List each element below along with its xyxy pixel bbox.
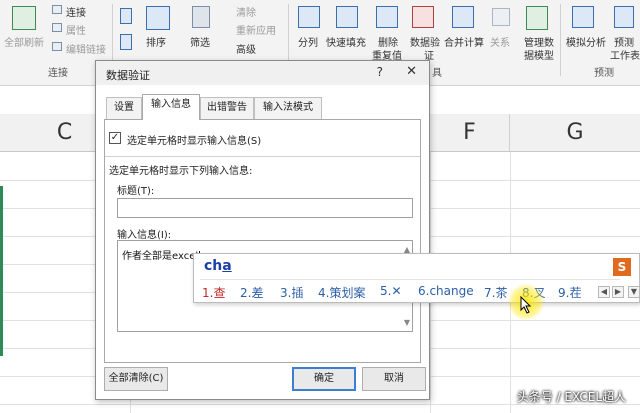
clear-button[interactable]: 清除	[236, 4, 256, 19]
cancel-button[interactable]: 取消	[362, 367, 426, 391]
mouse-pointer-icon	[520, 296, 532, 314]
ime-candidate[interactable]: 6.change	[418, 284, 474, 298]
sort-button[interactable]: 排序	[146, 34, 166, 49]
flash-fill-icon[interactable]	[336, 6, 358, 28]
watermark: 头条号 / EXCEL超人	[516, 390, 626, 404]
manage-data-model-icon[interactable]	[526, 6, 548, 30]
sogou-logo-icon: S	[613, 258, 631, 276]
message-textarea-text: 作者全部是excel	[122, 250, 201, 262]
advanced-button[interactable]: 高级	[236, 41, 256, 56]
refresh-all-button[interactable]: 全部刷新	[4, 34, 44, 49]
input-message-panel: ✓ 选定单元格时显示输入信息(S) 选定单元格时显示下列输入信息: 标题(T):…	[104, 119, 421, 363]
ime-composition: cha	[204, 258, 232, 274]
dialog-titlebar[interactable]: 数据验证 ? ✕	[96, 61, 429, 85]
ime-candidate[interactable]: 7.茶	[484, 284, 507, 301]
close-icon[interactable]: ✕	[406, 64, 417, 79]
column-header-label: F	[463, 120, 476, 145]
edit-links-icon	[52, 42, 62, 51]
relationships-button[interactable]: 关系	[490, 34, 510, 49]
tab-settings[interactable]: 设置	[106, 97, 142, 119]
refresh-all-icon[interactable]	[12, 6, 36, 30]
manage-data-model-button-line2[interactable]: 据模型	[524, 47, 554, 62]
tab-ime-mode[interactable]: 输入法模式	[254, 97, 322, 119]
reapply-button[interactable]: 重新应用	[236, 22, 276, 37]
ime-candidate[interactable]: 3.插	[280, 284, 303, 301]
sort-za-icon[interactable]	[120, 34, 132, 50]
flash-fill-button[interactable]: 快速填充	[326, 34, 366, 49]
what-if-analysis-button[interactable]: 模拟分析	[566, 34, 606, 49]
properties-icon	[52, 23, 62, 32]
filter-icon[interactable]	[192, 6, 210, 28]
ime-prev-page-icon[interactable]: ◀	[598, 286, 610, 298]
message-field-label: 输入信息(I):	[117, 230, 172, 241]
clear-all-button[interactable]: 全部清除(C)	[104, 367, 168, 391]
title-input[interactable]	[117, 198, 413, 218]
ime-candidate[interactable]: 2.差	[240, 284, 263, 301]
remove-duplicates-icon[interactable]	[376, 6, 398, 28]
ime-candidate[interactable]: 1.查	[202, 284, 225, 301]
consolidate-button[interactable]: 合并计算	[444, 34, 484, 49]
show-input-checkbox-label[interactable]: 选定单元格时显示输入信息(S)	[127, 132, 261, 147]
ime-candidate[interactable]: 4.策划案	[318, 284, 365, 301]
sort-icon[interactable]	[146, 6, 170, 30]
connections-button[interactable]: 连接	[66, 4, 86, 19]
section-separator	[105, 156, 420, 157]
show-input-checkbox[interactable]: ✓	[109, 132, 121, 144]
group-label-data-tools: 具	[432, 68, 442, 79]
section-label: 选定单元格时显示下列输入信息:	[109, 166, 253, 177]
data-validation-icon[interactable]	[412, 6, 434, 28]
forecast-sheet-button-line2[interactable]: 工作表	[610, 47, 640, 62]
ime-next-page-icon[interactable]: ▶	[612, 286, 624, 298]
edit-links-button[interactable]: 编辑链接	[66, 41, 106, 56]
ime-divider	[200, 279, 620, 280]
ribbon-separator	[560, 4, 561, 76]
column-header[interactable]: F	[430, 114, 510, 152]
ime-candidate[interactable]: 9.茬	[558, 284, 581, 301]
ok-button[interactable]: 确定	[292, 367, 356, 391]
what-if-analysis-icon[interactable]	[572, 6, 594, 28]
data-validation-dialog: 数据验证 ? ✕ 设置 输入信息 出错警告 输入法模式 ✓ 选定单元格时显示输入…	[95, 60, 430, 400]
text-to-columns-button[interactable]: 分列	[298, 34, 318, 49]
sort-az-icon[interactable]	[120, 8, 132, 24]
tab-input-message[interactable]: 输入信息	[142, 94, 200, 120]
selection-indicator	[0, 186, 3, 356]
text-to-columns-icon[interactable]	[298, 6, 320, 28]
properties-button[interactable]: 属性	[66, 22, 86, 37]
consolidate-icon[interactable]	[452, 6, 474, 28]
tab-error-alert[interactable]: 出错警告	[200, 97, 254, 119]
title-field-label: 标题(T):	[117, 186, 155, 197]
forecast-sheet-icon[interactable]	[614, 6, 634, 28]
ime-candidate-window: cha S 1.查 2.差 3.插 4.策划案 5.✕ 6.change 7.茶…	[193, 253, 640, 303]
dialog-title: 数据验证	[106, 69, 150, 82]
ime-expand-icon[interactable]: ▼	[628, 286, 640, 298]
column-header[interactable]: G	[510, 114, 640, 152]
group-label-forecast: 预测	[594, 68, 614, 79]
scroll-down-icon[interactable]: ▼	[404, 318, 410, 327]
column-header-label: G	[566, 120, 584, 145]
connections-icon	[52, 5, 62, 14]
help-button[interactable]: ?	[377, 65, 383, 79]
column-header-label: C	[56, 120, 73, 145]
ime-candidate[interactable]: 5.✕	[380, 284, 402, 298]
relationships-icon[interactable]	[492, 8, 510, 26]
filter-button[interactable]: 筛选	[190, 34, 210, 49]
group-label-connections: 连接	[48, 68, 68, 79]
